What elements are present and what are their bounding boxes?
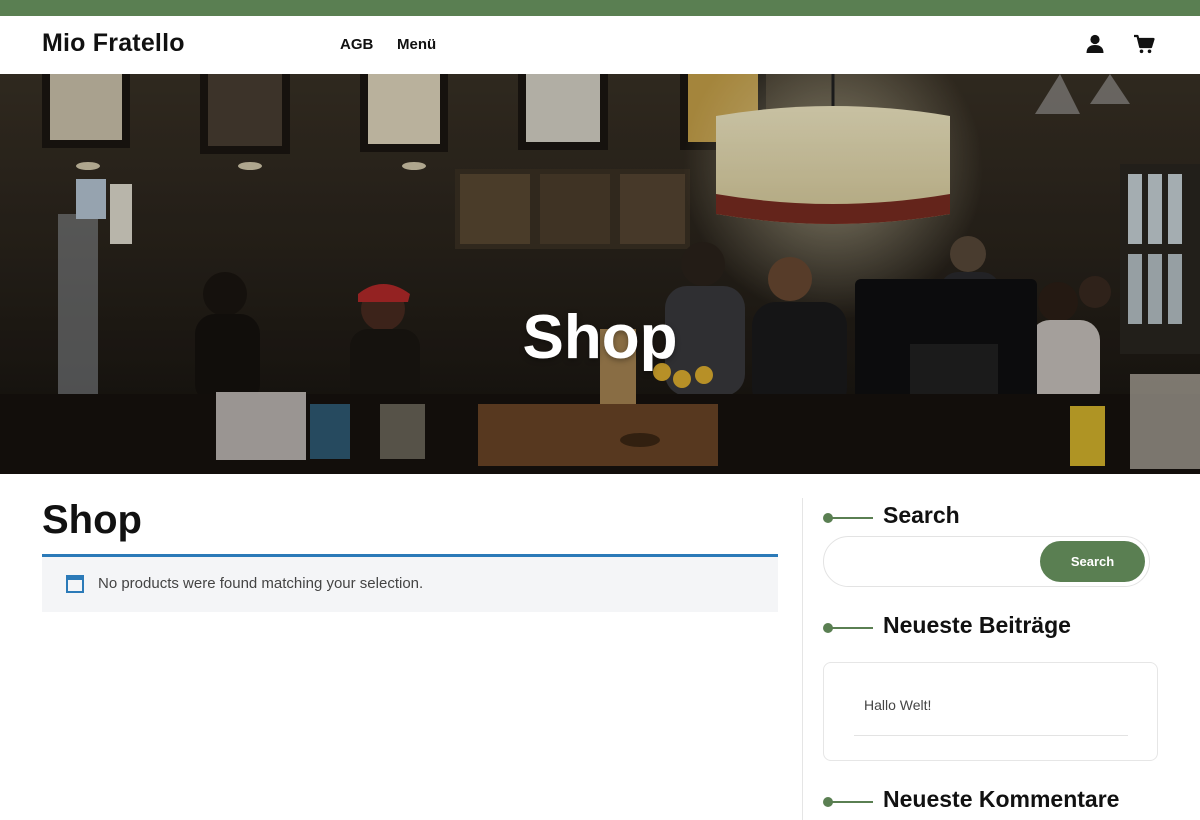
sidebar-divider	[802, 498, 803, 820]
hero-title: Shop	[522, 303, 678, 372]
site-title[interactable]: Mio Fratello	[42, 29, 185, 58]
heading-dot-decoration	[823, 623, 833, 633]
heading-line-decoration	[831, 801, 873, 803]
heading-line-decoration	[831, 517, 873, 519]
widget-title: Neueste Beiträge	[883, 612, 1071, 638]
search-form: Search	[823, 536, 1150, 587]
post-divider	[854, 735, 1128, 736]
top-accent-bar	[0, 0, 1200, 16]
user-icon[interactable]	[1084, 33, 1106, 55]
info-window-icon	[66, 575, 84, 593]
info-notice: No products were found matching your sel…	[42, 554, 778, 612]
main-content: Shop No products were found matching you…	[42, 496, 778, 612]
site-header: Mio Fratello AGB Menü	[0, 16, 1200, 74]
search-button[interactable]: Search	[1040, 541, 1145, 582]
page-title: Shop	[42, 498, 142, 542]
hero-banner: Shop	[0, 74, 1200, 474]
heading-line-decoration	[831, 627, 873, 629]
widget-title: Search	[883, 502, 960, 528]
widget-title: Neueste Kommentare	[883, 786, 1120, 812]
recent-post-link[interactable]: Hallo Welt!	[864, 697, 931, 713]
heading-dot-decoration	[823, 513, 833, 523]
cart-icon[interactable]	[1133, 33, 1155, 55]
hero-background-image	[0, 74, 1200, 474]
nav-item-agb[interactable]: AGB	[340, 36, 373, 53]
nav-item-menu[interactable]: Menü	[397, 36, 436, 53]
search-input[interactable]	[838, 545, 1038, 578]
heading-dot-decoration	[823, 797, 833, 807]
notice-text: No products were found matching your sel…	[98, 575, 424, 592]
recent-posts-list: Hallo Welt!	[823, 662, 1158, 761]
